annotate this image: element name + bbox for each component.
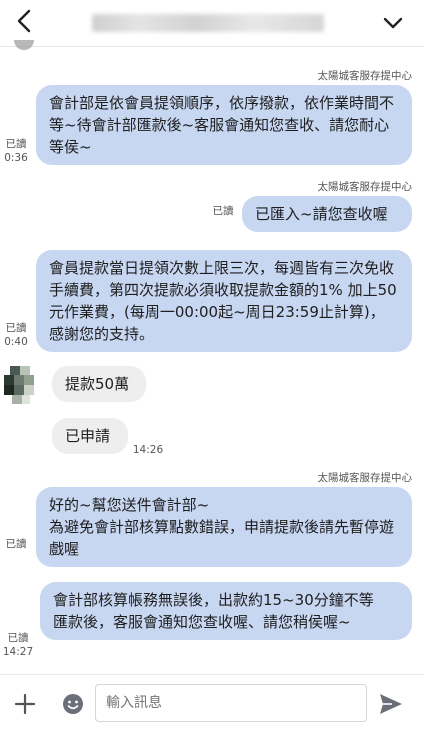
read-receipt: 已讀	[5, 138, 27, 150]
sender-name: 太陽城客服存提中心	[317, 472, 413, 484]
smiley-icon[interactable]	[62, 693, 84, 715]
message-input[interactable]	[95, 684, 367, 722]
incoming-message-bubble[interactable]: 提款50萬	[52, 366, 146, 402]
send-icon[interactable]	[378, 692, 404, 716]
chat-header	[0, 0, 424, 47]
message-bubble[interactable]: 好的~幫您送件會計部~ 為避免會計部核算點數錯誤，申請提款後請先暫停遊戲喔	[36, 487, 412, 567]
message-bubble[interactable]: 已匯入~請您查收喔	[242, 196, 412, 232]
message-composer	[0, 674, 424, 732]
message-meta: 已讀 14:27	[2, 631, 34, 659]
message-time: 0:36	[4, 152, 28, 164]
contact-avatar[interactable]	[4, 362, 40, 406]
message-bubble[interactable]: 會計部核算帳務無誤後，出款約15~30分鐘不等 匯款後，客服會通知您查收喔、請您…	[40, 582, 412, 640]
plus-icon[interactable]	[14, 693, 36, 715]
chevron-left-icon[interactable]	[14, 8, 36, 34]
incoming-message-bubble[interactable]: 已申請	[52, 418, 128, 454]
read-receipt: 已讀	[7, 632, 29, 644]
chevron-down-icon[interactable]	[382, 12, 404, 34]
avatar	[14, 40, 34, 50]
sender-name: 太陽城客服存提中心	[317, 181, 413, 193]
chat-title-blurred	[92, 14, 324, 32]
message-time: 0:40	[4, 336, 28, 348]
sender-name: 太陽城客服存提中心	[317, 70, 413, 82]
message-time: 14:26	[132, 444, 164, 456]
message-meta: 已讀 0:40	[2, 321, 30, 349]
read-receipt: 已讀	[212, 205, 234, 217]
read-receipt: 已讀	[5, 538, 27, 550]
message-time: 14:27	[2, 646, 34, 658]
message-meta: 已讀 0:36	[2, 137, 30, 165]
read-receipt: 已讀	[5, 322, 27, 334]
message-bubble[interactable]: 會計部是依會員提領順序，依序撥款，依作業時間不等~待會計部匯款後~客服會通知您查…	[36, 85, 412, 165]
message-bubble[interactable]: 會員提款當日提領次數上限三次，每週皆有三次免收手續費，第四次提款必須收取提款金額…	[36, 250, 412, 352]
message-list[interactable]: 太陽城客服存提中心 會計部是依會員提領順序，依序撥款，依作業時間不等~待會計部匯…	[0, 40, 424, 674]
